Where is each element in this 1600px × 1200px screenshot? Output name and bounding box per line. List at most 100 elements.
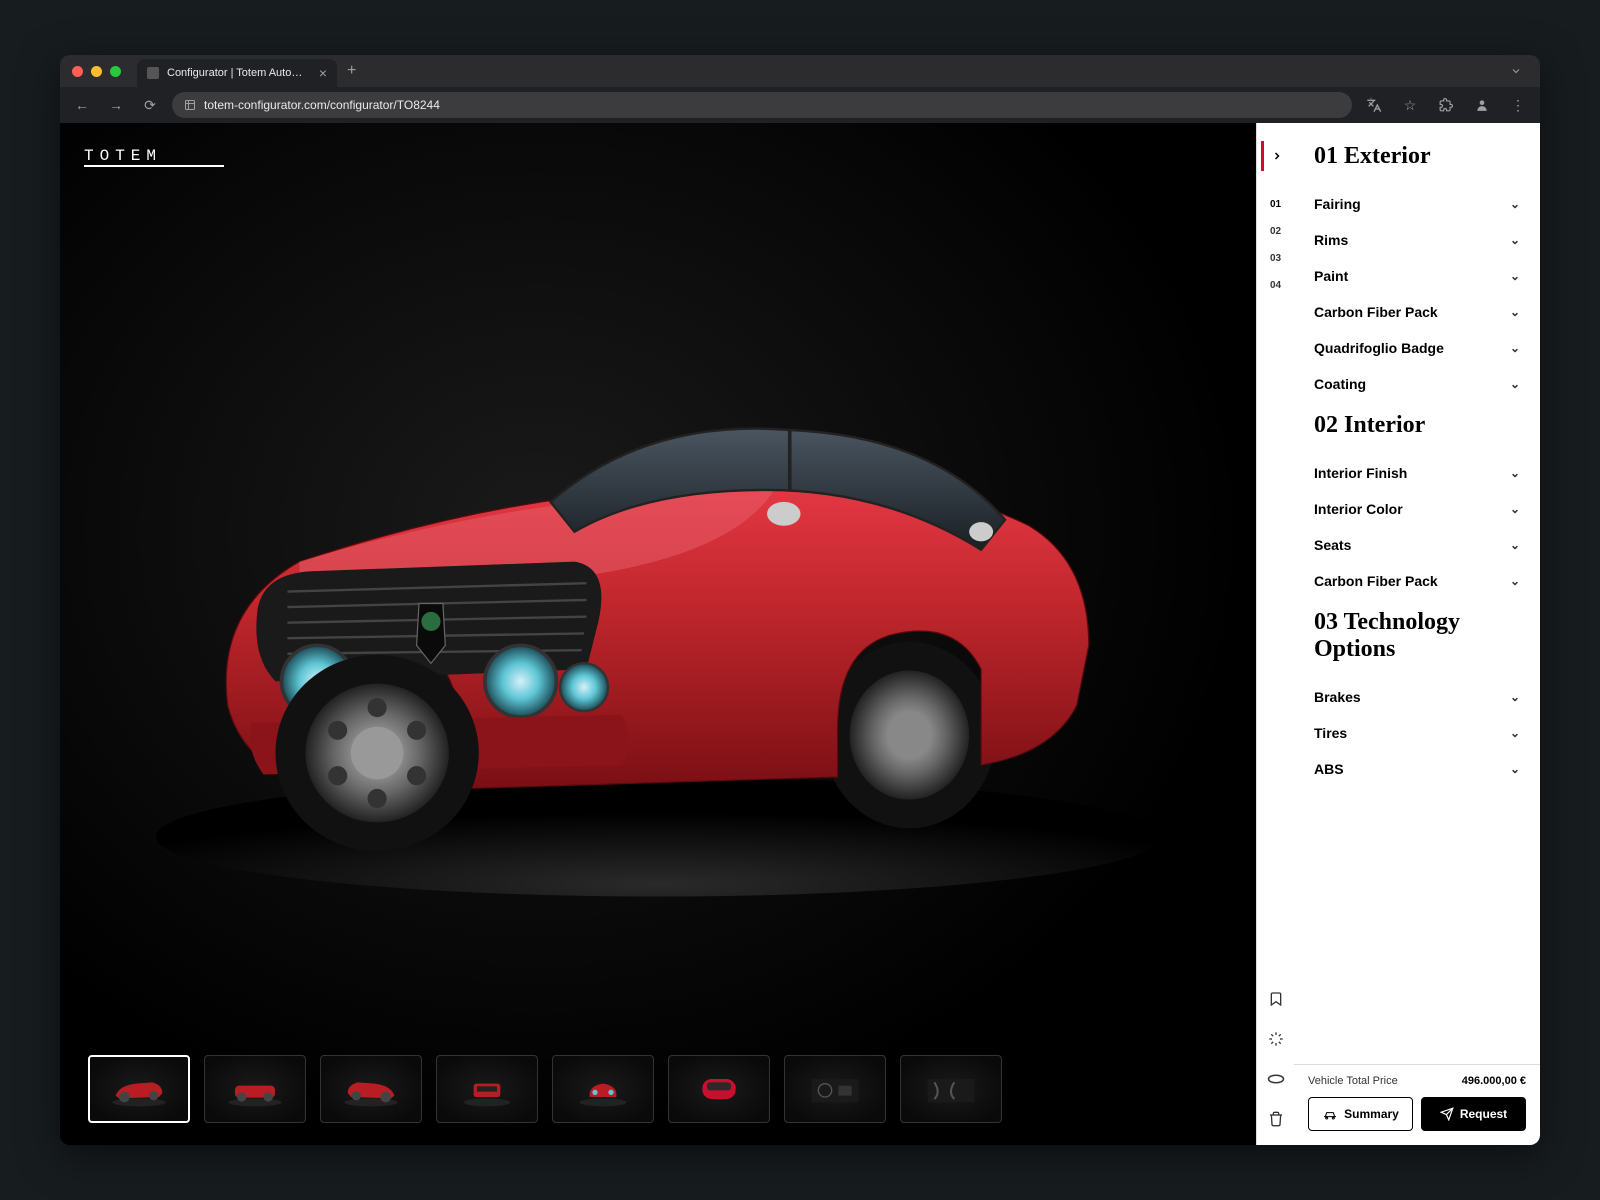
thumbnail-view-8[interactable] xyxy=(900,1055,1002,1123)
close-window-button[interactable] xyxy=(72,66,83,77)
rail-step-04[interactable]: 04 xyxy=(1270,280,1281,291)
address-bar[interactable]: totem-configurator.com/configurator/TO82… xyxy=(172,92,1352,118)
brand-logo[interactable]: TOTEM xyxy=(84,147,224,167)
tab-title: Configurator | Totem Automo… xyxy=(167,67,311,79)
browser-tab-bar: Configurator | Totem Automo… × + xyxy=(60,55,1540,87)
option-label: ABS xyxy=(1314,761,1344,777)
delete-tool-icon[interactable] xyxy=(1264,1107,1288,1131)
option-label: Paint xyxy=(1314,268,1348,284)
option-label: Fairing xyxy=(1314,196,1361,212)
option-label: Carbon Fiber Pack xyxy=(1314,573,1438,589)
rotate-tool-icon[interactable] xyxy=(1264,1067,1288,1091)
view-thumbnails xyxy=(60,1037,1256,1145)
translate-icon[interactable] xyxy=(1362,93,1386,117)
chevron-down-icon: ⌄ xyxy=(1510,574,1520,588)
thumbnail-view-2[interactable] xyxy=(204,1055,306,1123)
option-seats[interactable]: Seats ⌄ xyxy=(1314,527,1520,563)
send-icon xyxy=(1440,1107,1454,1121)
option-quadrifoglio[interactable]: Quadrifoglio Badge ⌄ xyxy=(1314,330,1520,366)
car-icon xyxy=(1322,1108,1338,1120)
extensions-icon[interactable] xyxy=(1434,93,1458,117)
option-label: Rims xyxy=(1314,232,1348,248)
option-label: Coating xyxy=(1314,376,1366,392)
chevron-down-icon: ⌄ xyxy=(1510,269,1520,283)
browser-right-icons: ☆ ⋮ xyxy=(1362,93,1530,117)
option-abs[interactable]: ABS ⌄ xyxy=(1314,751,1520,787)
option-coating[interactable]: Coating ⌄ xyxy=(1314,366,1520,402)
summary-label: Summary xyxy=(1344,1107,1399,1121)
chevron-down-icon: ⌄ xyxy=(1510,502,1520,516)
thumbnail-view-3[interactable] xyxy=(320,1055,422,1123)
price-row: Vehicle Total Price 496.000,00 € xyxy=(1308,1075,1526,1087)
tab-favicon-icon xyxy=(147,67,159,79)
option-label: Tires xyxy=(1314,725,1347,741)
browser-address-row: ← → ⟳ totem-configurator.com/configurato… xyxy=(60,87,1540,123)
option-label: Quadrifoglio Badge xyxy=(1314,340,1444,356)
option-label: Seats xyxy=(1314,537,1351,553)
url-text: totem-configurator.com/configurator/TO82… xyxy=(204,98,440,112)
footer-buttons: Summary Request xyxy=(1308,1097,1526,1131)
chevron-down-icon: ⌄ xyxy=(1510,466,1520,480)
chevron-down-icon: ⌄ xyxy=(1510,233,1520,247)
browser-minimize-icon[interactable] xyxy=(1504,59,1528,83)
rail-step-01[interactable]: 01 xyxy=(1270,199,1281,210)
option-rims[interactable]: Rims ⌄ xyxy=(1314,222,1520,258)
forward-button[interactable]: → xyxy=(104,93,128,117)
chevron-down-icon: ⌄ xyxy=(1510,690,1520,704)
window-controls xyxy=(72,66,121,77)
thumbnail-view-5[interactable] xyxy=(552,1055,654,1123)
option-tires[interactable]: Tires ⌄ xyxy=(1314,715,1520,751)
price-value: 496.000,00 € xyxy=(1462,1075,1526,1087)
option-carbon-ext[interactable]: Carbon Fiber Pack⌄ xyxy=(1314,294,1520,330)
minimize-window-button[interactable] xyxy=(91,66,102,77)
option-label: Brakes xyxy=(1314,689,1361,705)
new-tab-button[interactable]: + xyxy=(347,62,356,80)
thumbnail-view-7[interactable] xyxy=(784,1055,886,1123)
car-3d-stage[interactable] xyxy=(60,123,1256,1037)
section-title-technology: 03 Technology Options xyxy=(1314,609,1520,663)
bookmark-tool-icon[interactable] xyxy=(1264,987,1288,1011)
option-paint[interactable]: Paint ⌄ xyxy=(1314,258,1520,294)
config-footer: Vehicle Total Price 496.000,00 € Summary… xyxy=(1294,1064,1540,1145)
close-tab-icon[interactable]: × xyxy=(319,65,327,81)
loading-tool-icon[interactable] xyxy=(1264,1027,1288,1051)
thumbnail-view-6[interactable] xyxy=(668,1055,770,1123)
rail-step-03[interactable]: 03 xyxy=(1270,253,1281,264)
config-scroll-area[interactable]: 01 Exterior Fairing⌄ Rims⌄ Paint⌄ Carbon… xyxy=(1294,123,1540,1064)
car-render-icon xyxy=(120,214,1196,945)
rail-step-02[interactable]: 02 xyxy=(1270,226,1281,237)
option-label: Interior Finish xyxy=(1314,465,1407,481)
thumbnail-view-1[interactable] xyxy=(88,1055,190,1123)
request-label: Request xyxy=(1460,1107,1507,1121)
section-title-interior: 02 Interior xyxy=(1314,412,1520,439)
app-viewport: TOTEM xyxy=(60,123,1540,1145)
option-brakes[interactable]: Brakes ⌄ xyxy=(1314,679,1520,715)
chevron-down-icon: ⌄ xyxy=(1510,377,1520,391)
thumbnail-view-4[interactable] xyxy=(436,1055,538,1123)
back-button[interactable]: ← xyxy=(70,93,94,117)
chevron-down-icon: ⌄ xyxy=(1510,726,1520,740)
browser-tab[interactable]: Configurator | Totem Automo… × xyxy=(137,59,337,87)
collapse-panel-button[interactable] xyxy=(1261,141,1291,171)
chevron-down-icon: ⌄ xyxy=(1510,762,1520,776)
summary-button[interactable]: Summary xyxy=(1308,1097,1413,1131)
reload-button[interactable]: ⟳ xyxy=(138,93,162,117)
option-interior-color[interactable]: Interior Color⌄ xyxy=(1314,491,1520,527)
browser-menu-icon[interactable]: ⋮ xyxy=(1506,93,1530,117)
section-title-exterior: 01 Exterior xyxy=(1314,143,1520,170)
price-label: Vehicle Total Price xyxy=(1308,1075,1398,1087)
maximize-window-button[interactable] xyxy=(110,66,121,77)
config-sidebar: 01 Exterior Fairing⌄ Rims⌄ Paint⌄ Carbon… xyxy=(1294,123,1540,1145)
chevron-down-icon: ⌄ xyxy=(1510,538,1520,552)
option-interior-finish[interactable]: Interior Finish ⌄ xyxy=(1314,455,1520,491)
request-button[interactable]: Request xyxy=(1421,1097,1526,1131)
chevron-down-icon: ⌄ xyxy=(1510,341,1520,355)
browser-window: Configurator | Totem Automo… × + ← → ⟳ t… xyxy=(60,55,1540,1145)
config-rail: 01 02 03 04 xyxy=(1256,123,1294,1145)
bookmark-star-icon[interactable]: ☆ xyxy=(1398,93,1422,117)
profile-icon[interactable] xyxy=(1470,93,1494,117)
site-settings-icon xyxy=(184,99,196,111)
car-viewer-panel: TOTEM xyxy=(60,123,1256,1145)
option-fairing[interactable]: Fairing⌄ xyxy=(1314,186,1520,222)
option-carbon-int[interactable]: Carbon Fiber Pack ⌄ xyxy=(1314,563,1520,599)
